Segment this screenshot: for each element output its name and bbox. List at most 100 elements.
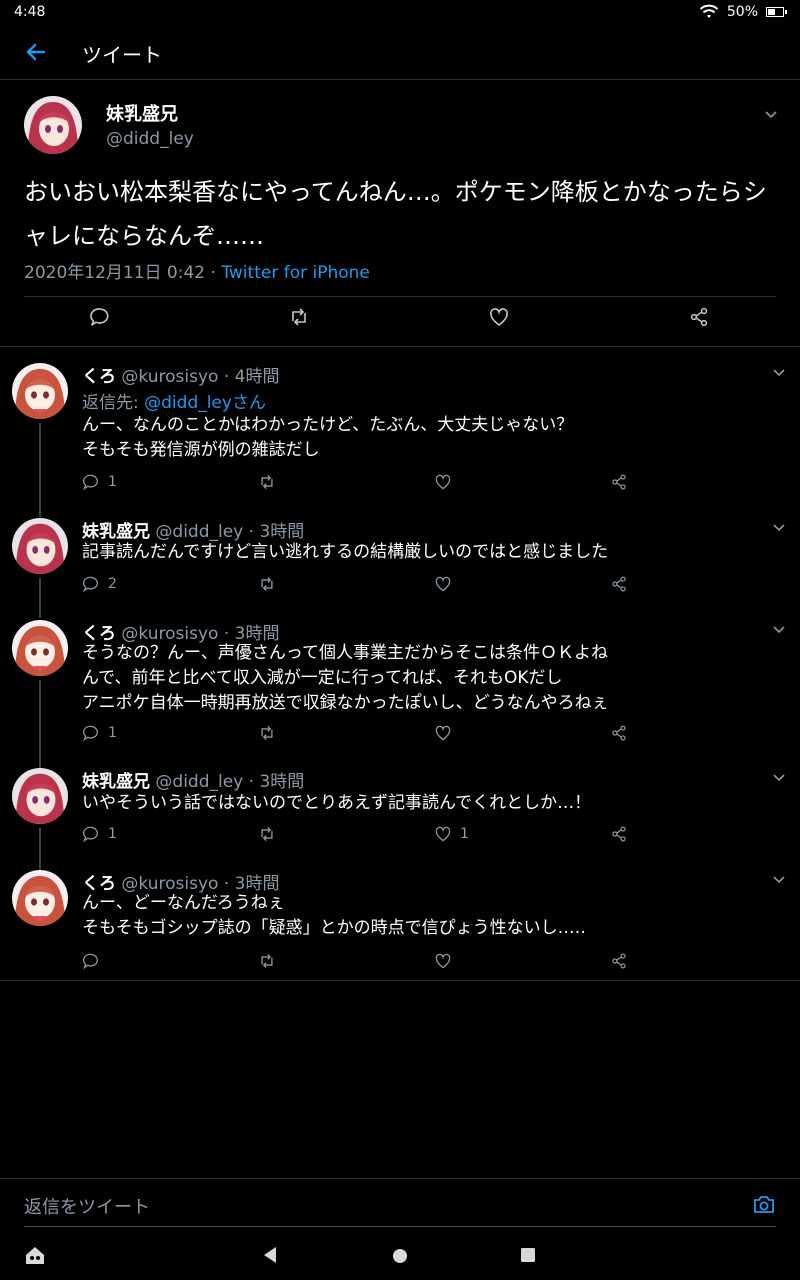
retweet-action[interactable] <box>258 825 276 843</box>
text-line: 記事読んだんですけど言い逃れするの結構厳しいのではと感じました <box>82 542 609 562</box>
page-title: ツイート <box>82 43 162 67</box>
author-name[interactable]: 妹乳盛兄 <box>82 522 150 542</box>
retweet-action[interactable] <box>258 724 276 742</box>
status-time: 4:48 <box>14 4 46 20</box>
status-bar: 4:48 50% <box>0 0 800 26</box>
reply-action[interactable]: 1 <box>82 825 117 843</box>
author-name[interactable]: 妹乳盛兄 <box>106 100 178 126</box>
text-line: いやそういう話ではないのでとりあえず記事読んでくれとしか…！ <box>82 793 592 813</box>
text-line: んー、どーなんだろうねぇ <box>82 893 285 913</box>
home-assistant-icon[interactable] <box>24 1244 46 1266</box>
replying-to: 返信先: @didd_leyさん <box>82 388 266 413</box>
tweet-source-link[interactable]: Twitter for iPhone <box>221 263 370 283</box>
share-icon <box>612 826 626 842</box>
text-line: そうなの？んー、声優さんって個人事業主だからそこは条件ＯＫよね <box>82 643 608 663</box>
like-icon <box>435 953 451 969</box>
avatar[interactable] <box>24 96 82 154</box>
reply-action[interactable]: 2 <box>82 575 117 593</box>
retweet-icon <box>261 474 273 490</box>
reply-tweet[interactable]: 妹乳盛兄 @didd_ley · 3時間 記事読んだんですけど言い逃れするの結構… <box>0 505 800 605</box>
top-bar: ツイート <box>0 26 800 80</box>
retweet-icon <box>261 826 273 842</box>
nav-recents-icon[interactable] <box>520 1247 536 1263</box>
share-action[interactable] <box>610 473 628 491</box>
chevron-down-icon[interactable] <box>772 523 786 533</box>
author-handle-time: @didd_ley · 3時間 <box>155 772 305 792</box>
status-right: 50% <box>699 4 787 20</box>
reply-composer: 返信をツイート <box>0 1178 800 1229</box>
reply-count: 1 <box>108 474 117 490</box>
like-icon <box>435 474 451 490</box>
share-icon[interactable] <box>688 306 710 328</box>
retweet-action[interactable] <box>258 952 276 970</box>
reply-text: そうなの？んー、声優さんって個人事業主だからそこは条件ＯＫよね んで、前年と比べ… <box>82 641 782 716</box>
author-handle-time: @didd_ley · 3時間 <box>155 522 305 542</box>
battery-icon <box>766 7 787 17</box>
main-tweet: 妹乳盛兄 @didd_ley おいおい松本梨香なにやってんねん…。ポケモン降板と… <box>0 80 800 347</box>
reply-header: 妹乳盛兄 @didd_ley · 3時間 <box>82 517 304 542</box>
reply-tweet[interactable]: 妹乳盛兄 @didd_ley · 3時間 いやそういう話ではないのでとりあえず記… <box>0 755 800 855</box>
share-action[interactable] <box>610 724 628 742</box>
share-action[interactable] <box>610 952 628 970</box>
like-action[interactable] <box>434 952 460 970</box>
like-icon <box>435 826 451 842</box>
chevron-down-icon[interactable] <box>772 368 786 378</box>
chevron-down-icon[interactable] <box>772 625 786 635</box>
reply-count: 1 <box>108 725 117 741</box>
author-handle[interactable]: @didd_ley <box>106 129 194 149</box>
text-line: そもそもゴシップ誌の「疑惑」とかの時点で信ぴょう性ないし…‥ <box>82 918 587 938</box>
reply-header: くろ @kurosisyo · 4時間 <box>82 362 279 387</box>
text-line: そもそも発信源が例の雑誌だし <box>82 440 320 460</box>
avatar[interactable] <box>12 768 68 824</box>
text-line: んで、前年と比べて収入減が一定に行ってれば、それもOKだし <box>82 668 563 688</box>
nav-home-icon[interactable] <box>392 1248 408 1264</box>
retweet-action[interactable] <box>258 575 276 593</box>
chevron-down-icon[interactable] <box>772 875 786 885</box>
back-arrow-icon[interactable] <box>22 38 50 66</box>
tweet-meta: 2020年12月11日 0:42 · Twitter for iPhone <box>24 258 370 283</box>
share-icon <box>612 953 626 969</box>
tweet-date: 2020年12月11日 0:42 · <box>24 263 222 283</box>
reply-icon <box>82 725 98 742</box>
like-action[interactable] <box>434 473 460 491</box>
chevron-down-icon[interactable] <box>772 773 786 783</box>
reply-text: 記事読んだんですけど言い逃れするの結構厳しいのではと感じました <box>82 540 782 565</box>
share-action[interactable] <box>610 575 628 593</box>
avatar[interactable] <box>12 870 68 926</box>
share-icon <box>612 474 626 490</box>
chevron-down-icon[interactable] <box>764 110 778 120</box>
reply-input[interactable]: 返信をツイート <box>24 1193 150 1219</box>
nav-back-icon[interactable] <box>262 1246 278 1264</box>
replying-to-label: 返信先: <box>82 393 145 413</box>
retweet-action[interactable] <box>258 473 276 491</box>
retweet-icon <box>261 953 273 969</box>
like-action[interactable] <box>434 724 460 742</box>
author-name[interactable]: 妹乳盛兄 <box>82 772 150 792</box>
like-action[interactable] <box>434 575 460 593</box>
avatar[interactable] <box>12 518 68 574</box>
text-line: アニポケ自体一時期再放送で収録なかったぽいし、どうなんやろねぇ <box>82 693 609 713</box>
retweet-icon[interactable] <box>288 306 310 328</box>
share-action[interactable] <box>610 825 628 843</box>
like-action[interactable]: 1 <box>434 825 469 843</box>
reply-action[interactable]: 1 <box>82 724 117 742</box>
replying-to-link[interactable]: @didd_leyさん <box>144 393 266 413</box>
reply-tweet[interactable]: くろ @kurosisyo · 3時間 んー、どーなんだろうねぇ そもそもゴシッ… <box>0 857 800 979</box>
avatar[interactable] <box>12 363 68 419</box>
reply-icon <box>82 474 98 491</box>
retweet-icon <box>261 576 273 592</box>
share-icon <box>612 576 626 592</box>
reply-icon[interactable] <box>89 306 111 328</box>
reply-icon <box>82 953 98 970</box>
camera-icon[interactable] <box>752 1193 776 1215</box>
tweet-actions <box>0 306 800 338</box>
reply-action[interactable] <box>82 952 108 970</box>
like-icon[interactable] <box>488 306 510 328</box>
reply-tweet[interactable]: くろ @kurosisyo · 4時間 返信先: @didd_leyさん んー、… <box>0 348 800 498</box>
retweet-icon <box>261 725 273 741</box>
reply-tweet[interactable]: くろ @kurosisyo · 3時間 そうなの？んー、声優さんって個人事業主だ… <box>0 607 800 757</box>
author-name[interactable]: くろ <box>82 367 116 387</box>
avatar[interactable] <box>12 620 68 676</box>
reply-text: いやそういう話ではないのでとりあえず記事読んでくれとしか…！ <box>82 791 782 816</box>
reply-action[interactable]: 1 <box>82 473 117 491</box>
